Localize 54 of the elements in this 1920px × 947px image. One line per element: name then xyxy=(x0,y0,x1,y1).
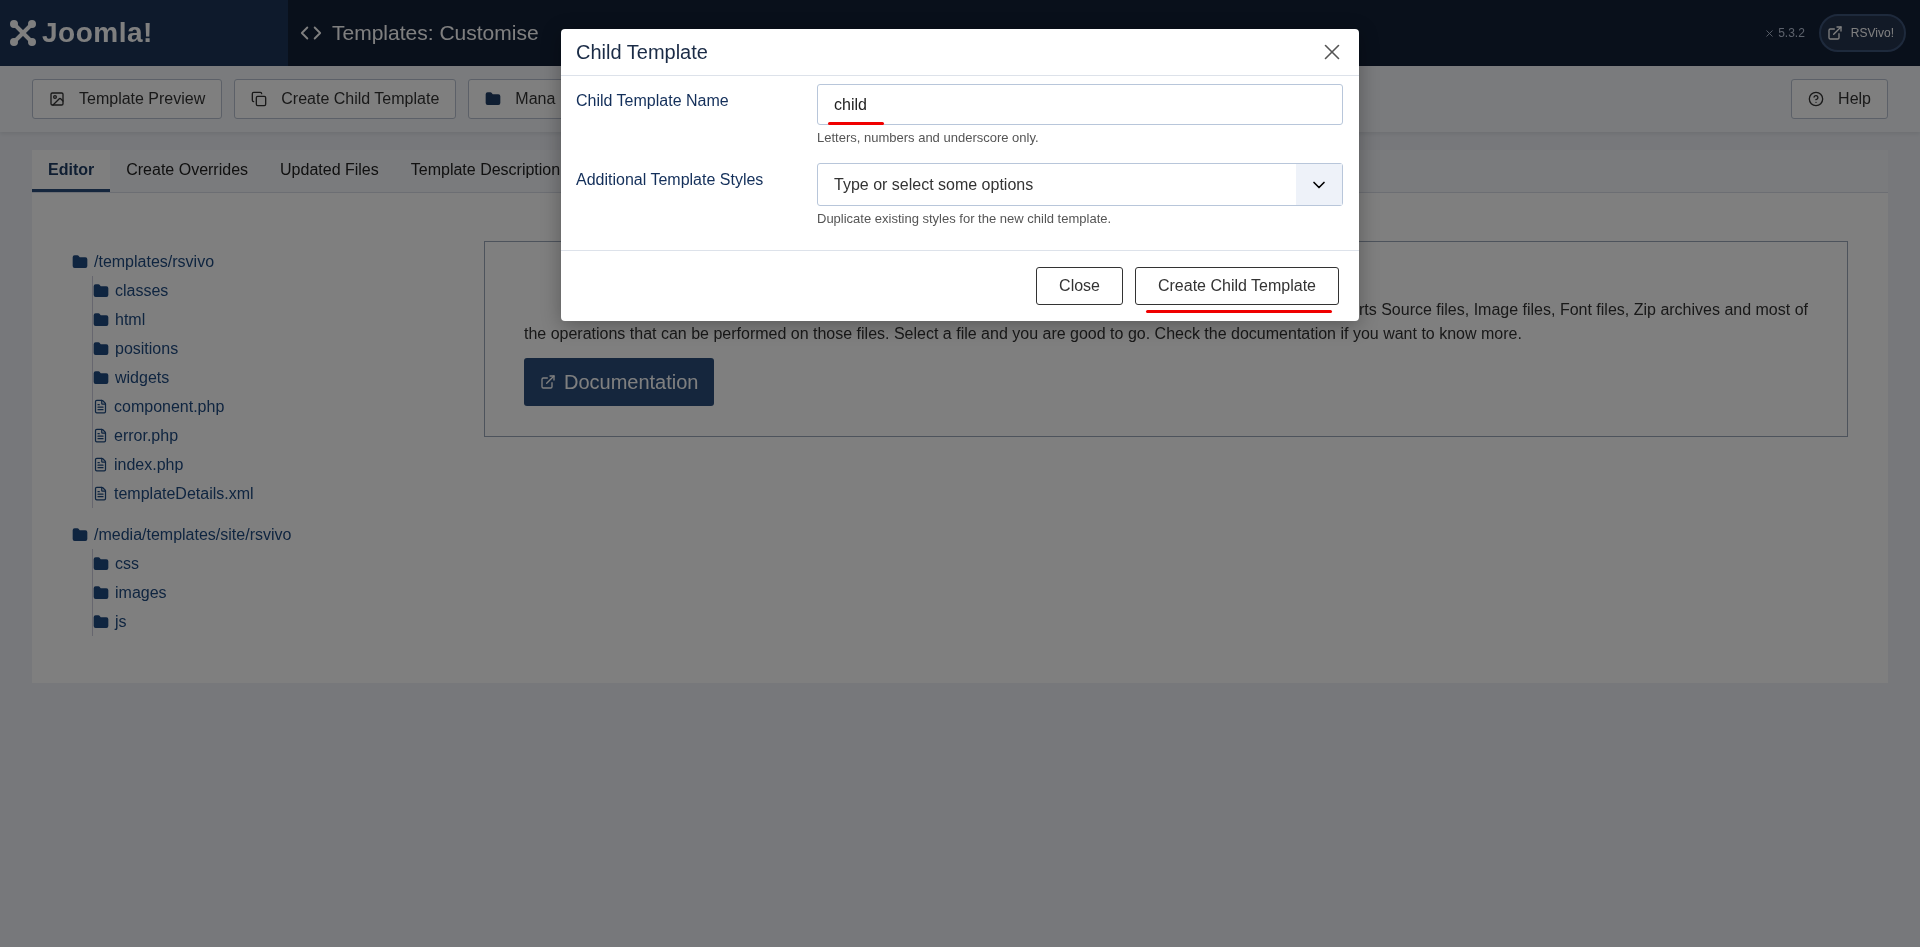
tree-item[interactable]: widgets xyxy=(93,363,484,392)
tab[interactable]: Template Description xyxy=(394,150,577,192)
input-field[interactable]: child xyxy=(817,84,1343,125)
tree-item[interactable]: error.php xyxy=(93,421,484,450)
file-icon xyxy=(93,486,108,501)
tree-item[interactable]: html xyxy=(93,305,484,334)
tree-item[interactable]: /media/templates/site/rsvivo xyxy=(72,520,484,549)
site-button[interactable]: RSVivo! xyxy=(1818,14,1906,52)
tree-item[interactable]: index.php xyxy=(93,450,484,479)
field-label: Child Template Name xyxy=(576,91,730,111)
external-link-icon xyxy=(1826,25,1843,41)
copy-icon xyxy=(251,91,268,107)
folder-icon xyxy=(93,282,109,299)
folder-icon xyxy=(485,91,502,107)
toolbar-button[interactable]: Template Preview xyxy=(32,79,223,119)
toolbar-button[interactable]: Create Child Template xyxy=(234,79,457,119)
page-title: Templates: Customise xyxy=(332,21,539,45)
logo[interactable]: Joomla! xyxy=(0,0,288,66)
folder-icon xyxy=(72,253,88,270)
tree-item[interactable]: templateDetails.xml xyxy=(93,479,484,508)
tree-item[interactable]: /templates/rsvivo xyxy=(72,247,484,276)
field-hint: Duplicate existing styles for the new child template. xyxy=(817,211,1113,226)
folder-icon xyxy=(93,613,109,630)
version: 5.3.2 xyxy=(1764,26,1805,40)
tree-item[interactable]: images xyxy=(93,578,484,607)
tab[interactable]: Editor xyxy=(32,150,111,192)
modal-title: Child Template xyxy=(576,40,708,64)
description-text: rts Source files, Image files, Font files, Zip archives and most of xyxy=(1357,300,1808,320)
tab[interactable]: Create Overrides xyxy=(110,150,265,192)
folder-icon xyxy=(93,311,109,328)
image-icon xyxy=(49,91,65,107)
documentation-button[interactable]: Documentation xyxy=(523,358,715,406)
folder-icon xyxy=(93,340,109,357)
external-link-icon xyxy=(539,374,556,390)
help-button[interactable]: Help xyxy=(1791,79,1888,119)
tree-item[interactable]: js xyxy=(93,607,484,636)
file-icon xyxy=(93,457,108,472)
folder-icon xyxy=(93,584,109,601)
description-text: the operations that can be performed on those files. Select a file and you are good to go. Check the documentation if you want to know more. xyxy=(523,324,1523,344)
tree-item[interactable]: component.php xyxy=(93,392,484,421)
help-icon xyxy=(1808,91,1825,107)
tree-item[interactable]: classes xyxy=(93,276,484,305)
file-icon xyxy=(93,428,108,443)
select-field[interactable]: Type or select some options xyxy=(817,163,1343,206)
folder-icon xyxy=(93,555,109,572)
field-hint: Letters, numbers and underscore only. xyxy=(817,130,1040,145)
dialog-button[interactable]: Close xyxy=(1036,267,1123,305)
field-label: Additional Template Styles xyxy=(576,170,765,190)
folder-icon xyxy=(72,526,88,543)
tree-item[interactable]: positions xyxy=(93,334,484,363)
tree-item[interactable]: css xyxy=(93,549,484,578)
file-icon xyxy=(93,399,108,414)
folder-icon xyxy=(93,369,109,386)
tab[interactable]: Updated Files xyxy=(264,150,395,192)
